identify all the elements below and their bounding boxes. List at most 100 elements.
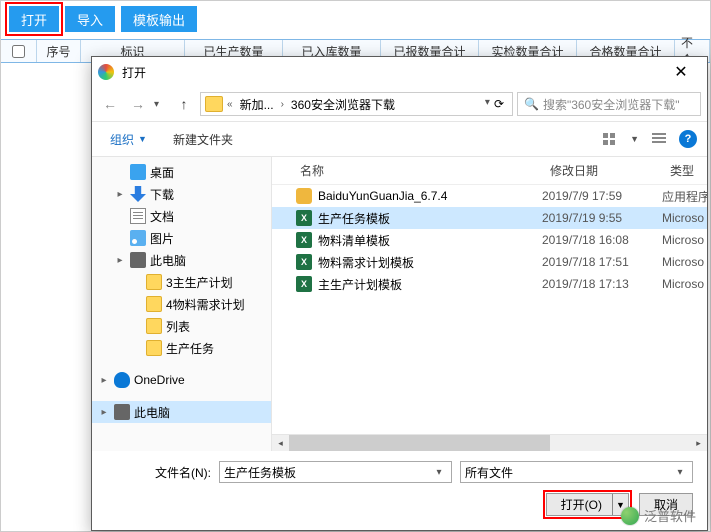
file-filter-select[interactable]: 所有文件 ▾: [460, 461, 693, 483]
file-date: 2019/7/18 16:08: [542, 233, 662, 247]
scroll-right-icon[interactable]: ▸: [690, 435, 707, 451]
file-name: BaiduYunGuanJia_6.7.4: [318, 189, 447, 203]
folder-icon: [146, 296, 162, 312]
import-button[interactable]: 导入: [65, 6, 115, 32]
new-folder-button[interactable]: 新建文件夹: [173, 131, 233, 148]
search-input[interactable]: 🔍 搜索"360安全浏览器下载": [517, 92, 701, 116]
tree-item[interactable]: 桌面: [92, 161, 271, 183]
tree-item[interactable]: 3主生产计划: [92, 271, 271, 293]
file-header-date[interactable]: 修改日期: [542, 162, 662, 179]
view-list-icon[interactable]: [649, 131, 669, 147]
file-row[interactable]: 生产任务模板 2019/7/19 9:55Microso: [272, 207, 707, 229]
chevron-down-icon[interactable]: ▾: [431, 467, 447, 478]
expand-icon[interactable]: ▸: [114, 255, 126, 266]
file-row[interactable]: 物料清单模板2019/7/18 16:08Microso: [272, 229, 707, 251]
view-thumbs-icon[interactable]: [600, 131, 620, 147]
file-date: 2019/7/9 17:59: [542, 189, 662, 203]
open-file-label: 打开(O): [561, 496, 602, 513]
view-dropdown-icon[interactable]: ▼: [630, 134, 639, 144]
file-open-dialog: 打开 ✕ ← → ▾ ↑ « 新加... › 360安全浏览器下载 ▾ ⟳ 🔍 …: [91, 56, 708, 531]
nav-forward-icon: →: [126, 92, 150, 116]
folder-icon: [146, 340, 162, 356]
tree-item-label: 此电脑: [150, 252, 186, 269]
file-name: 物料需求计划模板: [318, 254, 414, 271]
cancel-button[interactable]: 取消: [639, 493, 693, 516]
refresh-icon[interactable]: ⟳: [494, 97, 504, 111]
breadcrumb-dropdown-icon[interactable]: ▾: [485, 97, 490, 111]
filter-value: 所有文件: [465, 464, 672, 481]
help-icon[interactable]: ?: [679, 130, 697, 148]
file-list[interactable]: BaiduYunGuanJia_6.7.4 2019/7/9 17:59应用程序生…: [272, 185, 707, 434]
horizontal-scrollbar[interactable]: ◂ ▸: [272, 434, 707, 451]
breadcrumb-seg[interactable]: 360安全浏览器下载: [288, 96, 398, 113]
file-date: 2019/7/19 9:55: [542, 211, 662, 225]
chevron-down-icon[interactable]: ▾: [672, 467, 688, 478]
file-type: Microso: [662, 277, 707, 291]
nav-history-dropdown[interactable]: ▾: [154, 99, 168, 110]
select-all-checkbox[interactable]: [12, 45, 25, 58]
tree-item[interactable]: ▸ 下载: [92, 183, 271, 205]
breadcrumb[interactable]: « 新加... › 360安全浏览器下载 ▾ ⟳: [200, 92, 513, 116]
close-icon[interactable]: ✕: [661, 58, 701, 86]
file-date: 2019/7/18 17:51: [542, 255, 662, 269]
file-type: Microso: [662, 233, 707, 247]
file-header-type[interactable]: 类型: [662, 162, 707, 179]
filename-label: 文件名(N):: [106, 464, 211, 481]
exe-icon: [296, 188, 312, 204]
file-type: Microso: [662, 211, 707, 225]
onedrive-icon: [114, 372, 130, 388]
breadcrumb-seg[interactable]: 新加...: [237, 96, 277, 113]
file-row[interactable]: 物料需求计划模板 2019/7/18 17:51Microso: [272, 251, 707, 273]
tree-item[interactable]: ▸ 此电脑: [92, 401, 271, 423]
tree-item-label: 3主生产计划: [166, 274, 233, 291]
file-name: 主生产计划模板: [318, 276, 402, 293]
file-header-name[interactable]: 名称: [272, 162, 542, 179]
open-file-button[interactable]: 打开(O) ▼: [546, 493, 629, 516]
nav-back-icon[interactable]: ←: [98, 92, 122, 116]
search-icon: 🔍: [524, 97, 539, 111]
filename-input[interactable]: 生产任务模板 ▾: [219, 461, 452, 483]
tree-item-label: 桌面: [150, 164, 174, 181]
tree-item-label: 文档: [150, 208, 174, 225]
tree-item[interactable]: 文档: [92, 205, 271, 227]
open-dropdown-icon[interactable]: ▼: [612, 494, 628, 515]
tree-item[interactable]: ▸OneDrive: [92, 369, 271, 391]
tree-item[interactable]: 列表: [92, 315, 271, 337]
tree-item-label: 此电脑: [134, 404, 170, 421]
nav-up-icon[interactable]: ↑: [172, 92, 196, 116]
doc-icon: [130, 208, 146, 224]
file-type: Microso: [662, 255, 707, 269]
desktop-icon: [130, 164, 146, 180]
chevron-right-icon: «: [225, 99, 235, 110]
tree-item[interactable]: 图片: [92, 227, 271, 249]
search-placeholder: 搜索"360安全浏览器下载": [543, 96, 680, 113]
organize-label: 组织: [110, 131, 134, 148]
file-type: 应用程序: [662, 188, 707, 205]
folder-icon: [146, 274, 162, 290]
scroll-left-icon[interactable]: ◂: [272, 435, 289, 451]
file-row[interactable]: 主生产计划模板2019/7/18 17:13Microso: [272, 273, 707, 295]
expand-icon[interactable]: ▸: [98, 375, 110, 386]
folder-tree[interactable]: 桌面 ▸ 下载文档图片 ▸ 此电脑 3主生产计划 4物料需求计划列表生产任务 ▸OneDriv…: [92, 157, 272, 451]
excel-icon: [296, 210, 312, 226]
template-button[interactable]: 模板输出: [121, 6, 197, 32]
dialog-title: 打开: [122, 64, 661, 81]
tree-item-label: 4物料需求计划: [166, 296, 245, 313]
tree-item[interactable]: 4物料需求计划: [92, 293, 271, 315]
tree-item-label: 列表: [166, 318, 190, 335]
open-button[interactable]: 打开: [9, 6, 59, 32]
scroll-thumb[interactable]: [289, 435, 550, 451]
app-logo-icon: [98, 64, 114, 80]
organize-button[interactable]: 组织 ▼: [102, 127, 155, 152]
file-row[interactable]: BaiduYunGuanJia_6.7.4 2019/7/9 17:59应用程序: [272, 185, 707, 207]
excel-icon: [296, 276, 312, 292]
chevron-right-icon: ›: [279, 99, 286, 110]
folder-icon: [205, 96, 223, 112]
file-name: 生产任务模板: [318, 210, 390, 227]
expand-icon[interactable]: ▸: [98, 407, 110, 418]
tree-item[interactable]: ▸ 此电脑: [92, 249, 271, 271]
tree-item[interactable]: 生产任务: [92, 337, 271, 359]
pc-icon: [130, 252, 146, 268]
expand-icon[interactable]: ▸: [114, 189, 126, 200]
tree-item-label: 下载: [150, 186, 174, 203]
